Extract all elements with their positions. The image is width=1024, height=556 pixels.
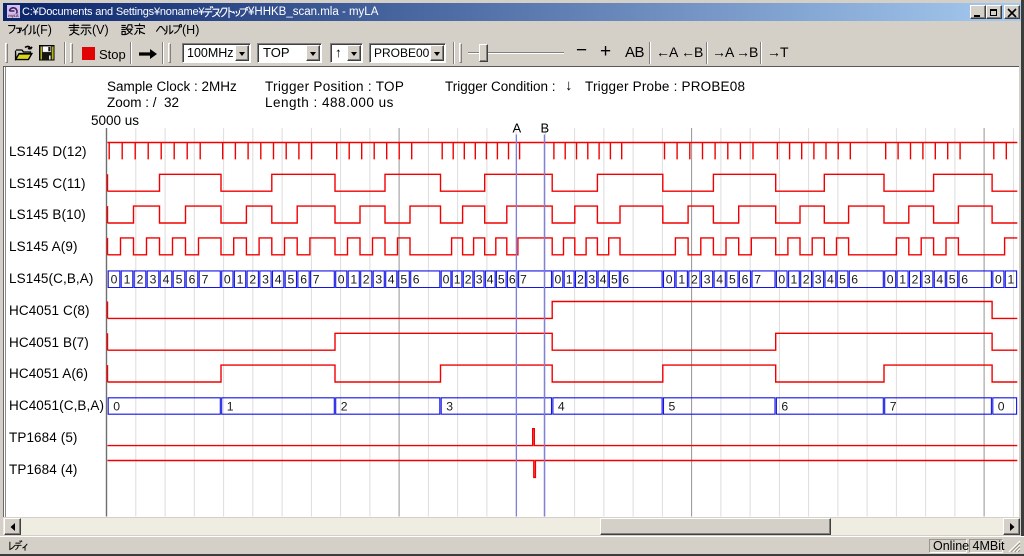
svg-text:7: 7 bbox=[754, 273, 761, 287]
svg-text:5: 5 bbox=[949, 273, 956, 287]
svg-text:4: 4 bbox=[716, 273, 723, 287]
svg-text:7: 7 bbox=[890, 400, 897, 414]
svg-text:2: 2 bbox=[363, 273, 370, 287]
svg-text:3: 3 bbox=[476, 273, 483, 287]
svg-text:B: B bbox=[540, 121, 549, 136]
svg-text:5: 5 bbox=[176, 273, 183, 287]
svg-text:0: 0 bbox=[998, 400, 1005, 414]
svg-text:1: 1 bbox=[1008, 273, 1015, 287]
svg-text:1: 1 bbox=[899, 273, 906, 287]
svg-text:5: 5 bbox=[669, 400, 676, 414]
svg-text:0: 0 bbox=[113, 400, 120, 414]
svg-text:0: 0 bbox=[224, 273, 231, 287]
svg-text:1: 1 bbox=[566, 273, 573, 287]
svg-text:5: 5 bbox=[288, 273, 295, 287]
svg-text:0: 0 bbox=[338, 273, 345, 287]
svg-text:4: 4 bbox=[163, 273, 170, 287]
svg-text:3: 3 bbox=[815, 273, 822, 287]
svg-text:2: 2 bbox=[577, 273, 584, 287]
svg-text:2: 2 bbox=[249, 273, 256, 287]
svg-text:2: 2 bbox=[803, 273, 810, 287]
svg-text:4: 4 bbox=[275, 273, 282, 287]
svg-text:4: 4 bbox=[936, 273, 943, 287]
svg-text:4: 4 bbox=[487, 273, 494, 287]
svg-text:1: 1 bbox=[124, 273, 131, 287]
svg-text:2: 2 bbox=[691, 273, 698, 287]
svg-text:4: 4 bbox=[388, 273, 395, 287]
svg-text:3: 3 bbox=[924, 273, 931, 287]
svg-text:0: 0 bbox=[666, 273, 673, 287]
svg-text:3: 3 bbox=[150, 273, 157, 287]
svg-text:0: 0 bbox=[555, 273, 562, 287]
svg-text:7: 7 bbox=[202, 273, 209, 287]
svg-text:2: 2 bbox=[137, 273, 144, 287]
svg-text:5: 5 bbox=[729, 273, 736, 287]
svg-text:0: 0 bbox=[887, 273, 894, 287]
svg-text:1: 1 bbox=[791, 273, 798, 287]
svg-text:4: 4 bbox=[600, 273, 607, 287]
svg-text:1: 1 bbox=[237, 273, 244, 287]
svg-text:3: 3 bbox=[375, 273, 382, 287]
svg-text:3: 3 bbox=[704, 273, 711, 287]
svg-text:6: 6 bbox=[300, 273, 307, 287]
svg-text:1: 1 bbox=[454, 273, 461, 287]
svg-text:0: 0 bbox=[778, 273, 785, 287]
svg-text:5: 5 bbox=[400, 273, 407, 287]
svg-text:2: 2 bbox=[465, 273, 472, 287]
svg-text:7: 7 bbox=[313, 273, 320, 287]
svg-text:2: 2 bbox=[912, 273, 919, 287]
svg-text:5: 5 bbox=[498, 273, 505, 287]
svg-text:0: 0 bbox=[111, 273, 118, 287]
svg-text:6: 6 bbox=[742, 273, 749, 287]
svg-text:6: 6 bbox=[189, 273, 196, 287]
svg-text:6: 6 bbox=[851, 273, 858, 287]
svg-text:3: 3 bbox=[262, 273, 269, 287]
svg-text:0: 0 bbox=[995, 273, 1002, 287]
svg-text:3: 3 bbox=[588, 273, 595, 287]
svg-text:0: 0 bbox=[443, 273, 450, 287]
svg-text:A: A bbox=[512, 121, 521, 136]
svg-text:1: 1 bbox=[227, 400, 234, 414]
svg-text:2: 2 bbox=[341, 400, 348, 414]
svg-text:3: 3 bbox=[446, 400, 453, 414]
svg-text:5: 5 bbox=[839, 273, 846, 287]
svg-text:1: 1 bbox=[350, 273, 357, 287]
svg-text:1: 1 bbox=[678, 273, 685, 287]
svg-text:7: 7 bbox=[520, 273, 527, 287]
svg-text:6: 6 bbox=[509, 273, 516, 287]
svg-text:6: 6 bbox=[622, 273, 629, 287]
svg-text:6: 6 bbox=[781, 400, 788, 414]
svg-text:4: 4 bbox=[558, 400, 565, 414]
svg-text:6: 6 bbox=[961, 273, 968, 287]
svg-text:4: 4 bbox=[827, 273, 834, 287]
svg-text:5: 5 bbox=[611, 273, 618, 287]
svg-text:6: 6 bbox=[413, 273, 420, 287]
